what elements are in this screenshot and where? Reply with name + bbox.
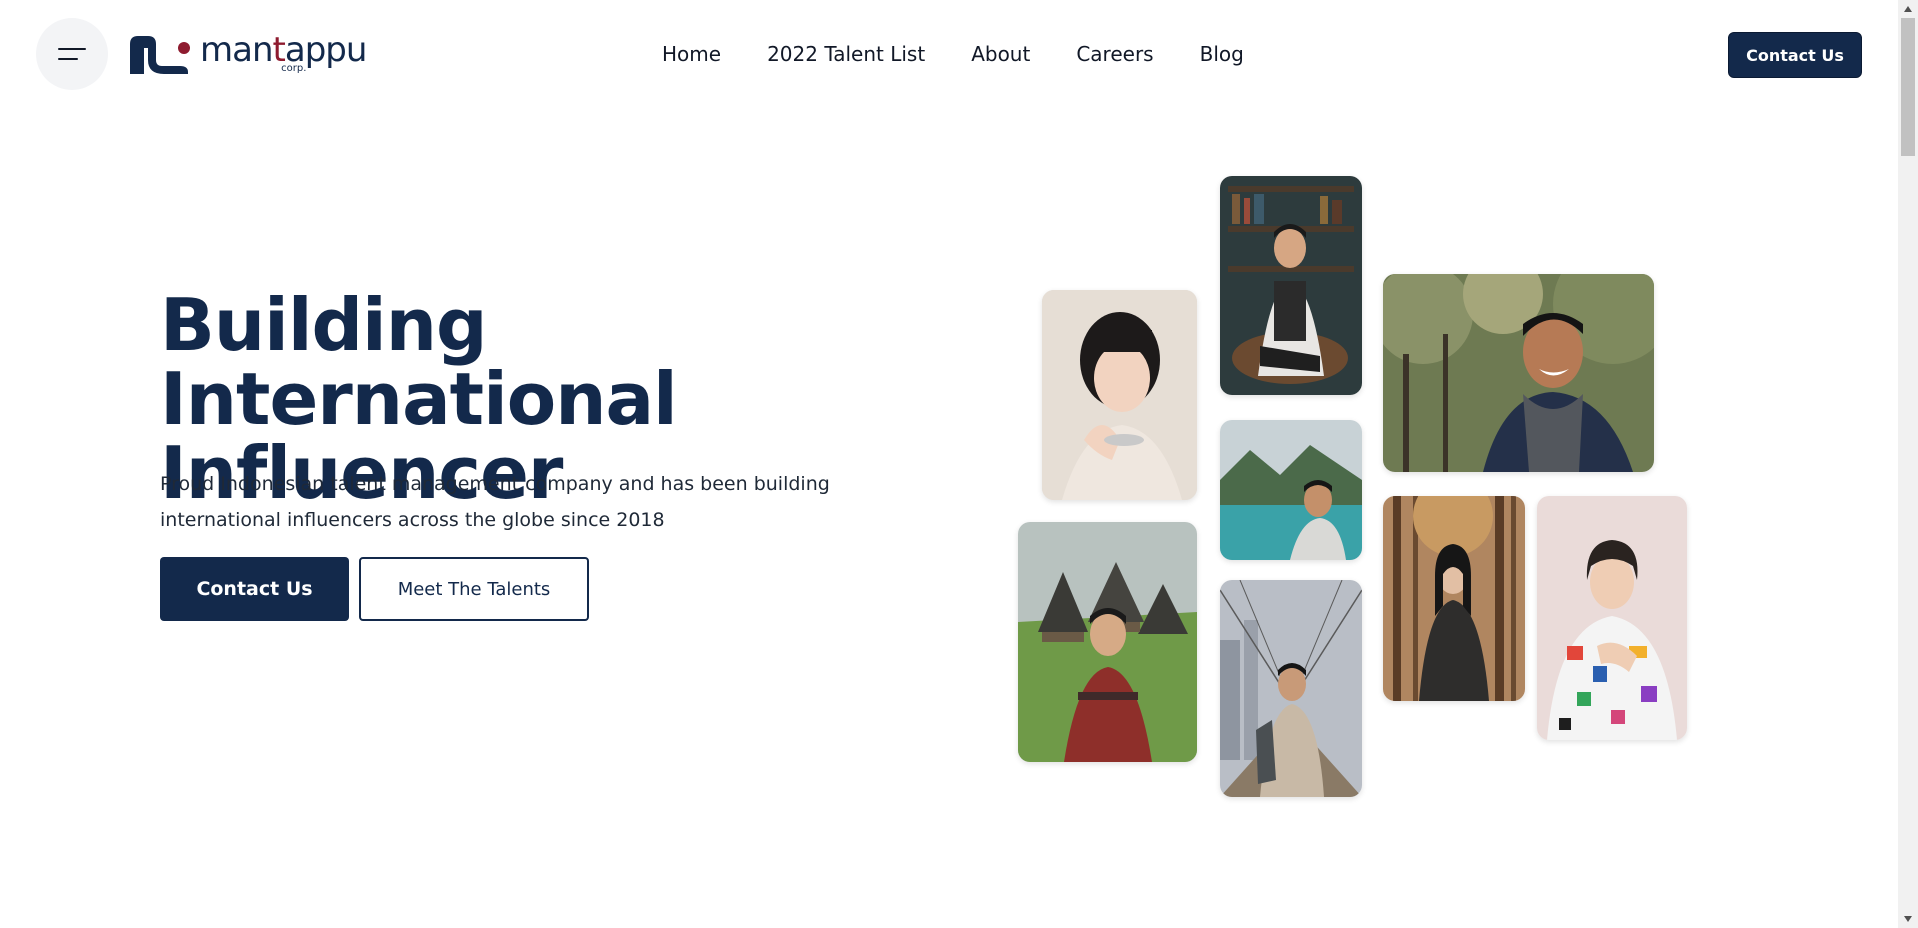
nav-talent-list[interactable]: 2022 Talent List: [767, 40, 925, 68]
talent-photo-man-coastline[interactable]: [1220, 420, 1362, 560]
header-contact-button[interactable]: Contact Us: [1728, 32, 1862, 78]
talent-photo-man-village[interactable]: [1018, 522, 1197, 762]
nav-blog[interactable]: Blog: [1200, 40, 1244, 68]
talent-photo-woman-forest[interactable]: [1383, 496, 1525, 701]
logo-mark-icon: [130, 36, 190, 74]
talent-photo-man-bookshelf[interactable]: [1220, 176, 1362, 395]
nav-home[interactable]: Home: [662, 40, 721, 68]
nav-about[interactable]: About: [971, 40, 1030, 68]
logo-text-part1: man: [200, 30, 274, 70]
talent-photo-man-bridge[interactable]: [1220, 580, 1362, 797]
menu-button[interactable]: [36, 18, 108, 90]
scroll-up-button[interactable]: [1898, 0, 1918, 18]
main-nav: Home 2022 Talent List About Careers Blog: [662, 40, 1244, 68]
meet-talents-button[interactable]: Meet The Talents: [359, 557, 589, 621]
talent-photo-woman-portrait[interactable]: [1042, 290, 1197, 500]
talent-photo-man-laughing[interactable]: [1383, 274, 1654, 472]
talent-photo-person-colorful-shirt[interactable]: [1537, 496, 1687, 740]
page-scrollbar[interactable]: [1898, 0, 1918, 928]
hero-title-line1: Building International: [160, 283, 678, 441]
arrow-up-icon: [1904, 6, 1912, 12]
nav-careers[interactable]: Careers: [1076, 40, 1153, 68]
logo[interactable]: mantappu corp.: [128, 30, 367, 78]
hero-contact-button[interactable]: Contact Us: [160, 557, 349, 621]
scroll-thumb[interactable]: [1901, 18, 1915, 156]
arrow-down-icon: [1904, 916, 1912, 922]
logo-subtext: corp.: [281, 63, 307, 74]
hamburger-icon: [58, 48, 86, 60]
hero-subtitle: Proud Indonesian talent management compa…: [160, 473, 830, 531]
scroll-down-button[interactable]: [1898, 910, 1918, 928]
logo-wordmark: mantappu corp.: [200, 30, 367, 74]
